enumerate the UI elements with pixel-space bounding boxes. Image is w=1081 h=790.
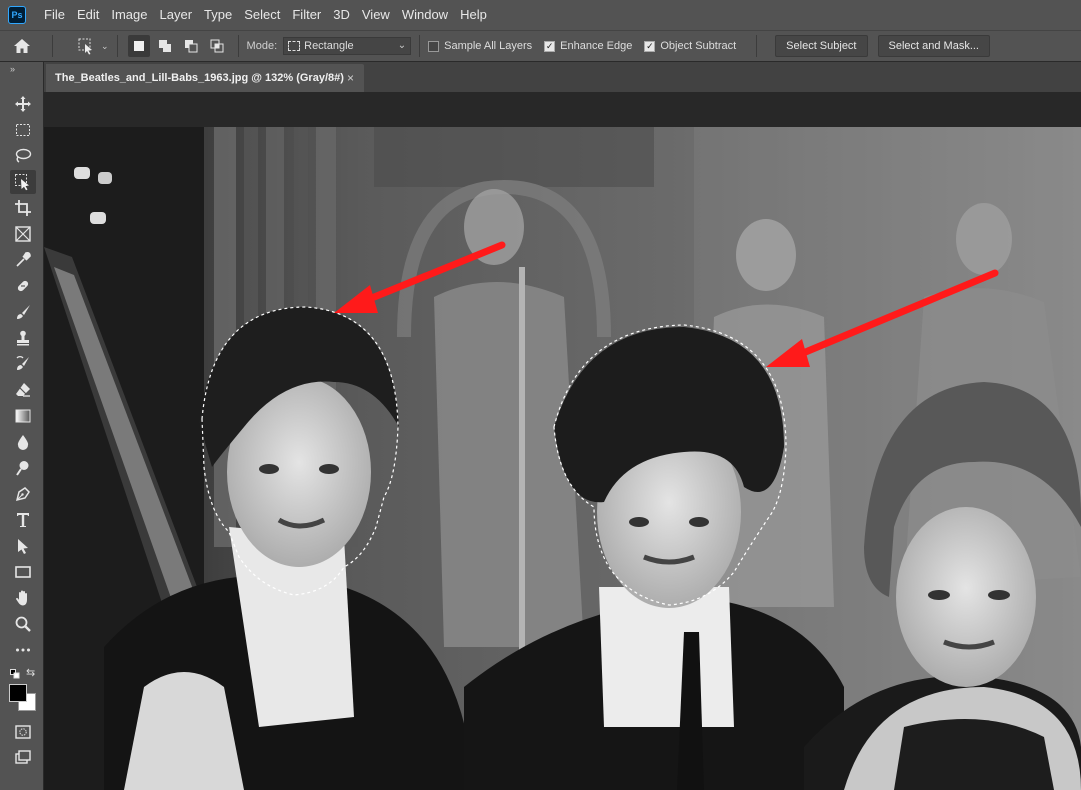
- enhance-edge-checkbox[interactable]: ✓ Enhance Edge: [544, 40, 632, 52]
- frame-tool-icon[interactable]: [10, 222, 36, 246]
- marquee-tool-icon[interactable]: [10, 118, 36, 142]
- close-icon[interactable]: ×: [347, 71, 354, 85]
- mode-select-value: Rectangle: [304, 40, 354, 52]
- menu-filter[interactable]: Filter: [286, 0, 327, 30]
- healing-brush-tool-icon[interactable]: [10, 274, 36, 298]
- sample-all-layers-checkbox[interactable]: Sample All Layers: [428, 40, 532, 52]
- gradient-tool-icon[interactable]: [10, 404, 36, 428]
- subtract-from-selection-button[interactable]: [180, 35, 202, 57]
- sample-all-layers-label: Sample All Layers: [444, 40, 533, 52]
- select-and-mask-button[interactable]: Select and Mask...: [877, 35, 990, 57]
- eyedropper-tool-icon[interactable]: [10, 248, 36, 272]
- move-tool-icon[interactable]: [10, 92, 36, 116]
- zoom-tool-icon[interactable]: [10, 612, 36, 636]
- path-selection-tool-icon[interactable]: [10, 534, 36, 558]
- default-colors-icon[interactable]: [10, 668, 20, 679]
- add-selection-icon: [158, 40, 171, 52]
- document-image[interactable]: [44, 127, 1081, 790]
- pen-tool-icon[interactable]: [10, 482, 36, 506]
- rectangle-mode-icon: [288, 41, 301, 51]
- clone-stamp-tool-icon[interactable]: [10, 326, 36, 350]
- menu-layer[interactable]: Layer: [154, 0, 199, 30]
- options-bar: ⌄ Mode: Rectangle ⌄ Sample All Layers ✓ …: [0, 30, 1081, 62]
- checkmark-icon[interactable]: ✓: [644, 40, 656, 52]
- blur-tool-icon[interactable]: [10, 430, 36, 454]
- chevron-down-icon: ⌄: [101, 40, 109, 51]
- hand-tool-icon[interactable]: [10, 586, 36, 610]
- new-selection-icon: [133, 41, 144, 51]
- menu-window[interactable]: Window: [396, 0, 454, 30]
- add-to-selection-button[interactable]: [154, 35, 176, 57]
- home-icon: [14, 39, 30, 53]
- object-selection-preset-icon: [78, 38, 92, 55]
- subtract-selection-icon: [184, 40, 198, 53]
- brush-tool-icon[interactable]: [10, 300, 36, 324]
- divider: [419, 35, 421, 57]
- dodge-tool-icon[interactable]: [10, 456, 36, 480]
- object-subtract-label: Object Subtract: [660, 40, 737, 52]
- divider: [756, 35, 758, 57]
- photoshop-logo-icon[interactable]: Ps: [8, 6, 26, 24]
- object-selection-tool-icon[interactable]: [10, 170, 36, 194]
- screen-mode-icon[interactable]: [10, 746, 36, 770]
- divider: [116, 35, 118, 57]
- mode-select[interactable]: Rectangle ⌄: [283, 37, 412, 55]
- menu-help[interactable]: Help: [454, 0, 493, 30]
- canvas-area[interactable]: [44, 92, 1081, 790]
- expand-panel-icon[interactable]: »: [0, 62, 43, 76]
- intersect-selection-icon: [210, 39, 224, 53]
- menu-edit[interactable]: Edit: [71, 0, 105, 30]
- foreground-color-swatch[interactable]: [9, 684, 27, 702]
- menu-image[interactable]: Image: [105, 0, 153, 30]
- mode-label: Mode:: [246, 40, 278, 52]
- divider: [237, 35, 239, 57]
- checkbox-unchecked-icon[interactable]: [428, 40, 440, 52]
- photo-canvas: [44, 127, 1081, 790]
- tool-preset-picker[interactable]: ⌄: [77, 37, 109, 55]
- type-tool-icon[interactable]: [10, 508, 36, 532]
- new-selection-button[interactable]: [127, 35, 150, 57]
- checkmark-icon[interactable]: ✓: [544, 40, 556, 52]
- document-tab-bar: The_Beatles_and_Lill-Babs_1963.jpg @ 132…: [44, 62, 1081, 92]
- menu-3d[interactable]: 3D: [327, 0, 356, 30]
- document-tab[interactable]: The_Beatles_and_Lill-Babs_1963.jpg @ 132…: [46, 64, 364, 92]
- tools-panel: » ⇆: [0, 62, 44, 790]
- menu-bar: Ps File Edit Image Layer Type Select Fil…: [0, 0, 1081, 30]
- history-brush-tool-icon[interactable]: [10, 352, 36, 376]
- lasso-tool-icon[interactable]: [10, 144, 36, 168]
- menu-view[interactable]: View: [356, 0, 396, 30]
- divider: [52, 35, 53, 57]
- menu-select[interactable]: Select: [238, 0, 286, 30]
- select-subject-button[interactable]: Select Subject: [775, 35, 868, 57]
- enhance-edge-label: Enhance Edge: [560, 40, 633, 52]
- menu-file[interactable]: File: [38, 0, 71, 30]
- eraser-tool-icon[interactable]: [10, 378, 36, 402]
- menu-type[interactable]: Type: [198, 0, 238, 30]
- rectangle-tool-icon[interactable]: [10, 560, 36, 584]
- more-tools-icon[interactable]: [10, 638, 36, 662]
- document-tab-title: The_Beatles_and_Lill-Babs_1963.jpg @ 132…: [55, 72, 344, 84]
- crop-tool-icon[interactable]: [10, 196, 36, 220]
- chevron-down-icon: ⌄: [397, 40, 407, 51]
- swap-colors-icon[interactable]: ⇆: [26, 667, 38, 679]
- intersect-selection-button[interactable]: [206, 35, 228, 57]
- object-subtract-checkbox[interactable]: ✓ Object Subtract: [644, 40, 736, 52]
- home-button[interactable]: [0, 31, 44, 61]
- quick-mask-icon[interactable]: [10, 720, 36, 744]
